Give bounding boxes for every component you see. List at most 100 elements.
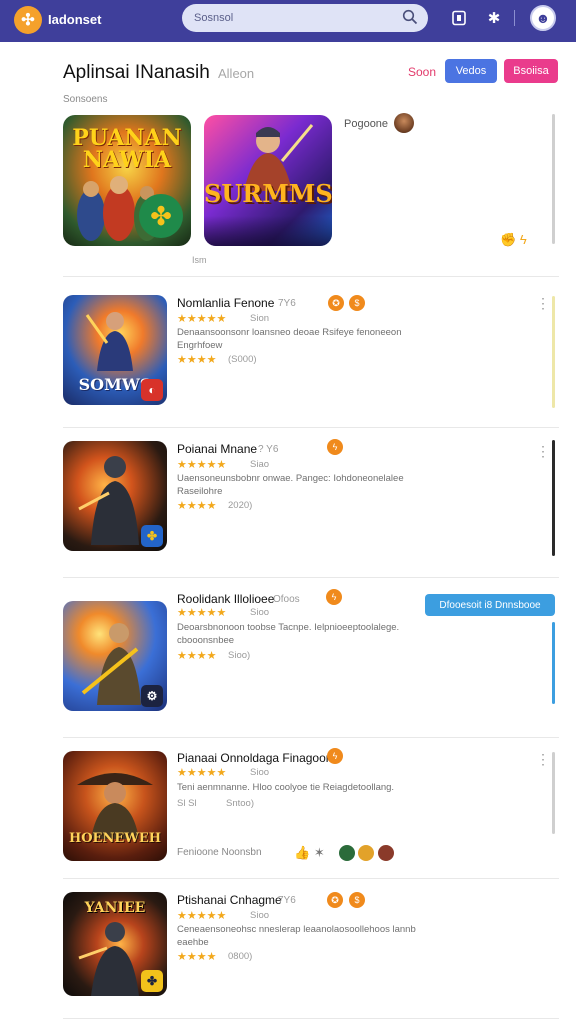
app-5-badge-icon: ✤ bbox=[141, 970, 163, 992]
divider bbox=[63, 276, 559, 277]
app-2-thumbnail[interactable]: ✤ bbox=[63, 441, 167, 551]
divider bbox=[63, 878, 559, 879]
app-3-title-extra: Ofoos bbox=[273, 594, 300, 605]
star-icon[interactable]: ✶ bbox=[314, 845, 325, 860]
app-1-review-count: (S000) bbox=[228, 354, 257, 365]
featured-game-1-badge-icon: ✤ bbox=[139, 194, 183, 238]
app-2-secondary-stars: ★★★★ bbox=[177, 500, 217, 512]
app-5-review-count: 0800) bbox=[228, 951, 253, 962]
avatar[interactable] bbox=[378, 845, 394, 861]
featured-game-1-title: PUANAN NAWIA bbox=[72, 125, 182, 173]
bookmark-icon[interactable] bbox=[449, 8, 469, 28]
app-4-review-count: Sntoo) bbox=[226, 798, 254, 809]
brand-name: Iadonset bbox=[48, 12, 102, 27]
app-3-thumbnail[interactable]: ⚙ bbox=[63, 601, 167, 711]
app-2-title[interactable]: Poianai Mnane bbox=[177, 442, 257, 456]
app-3-title[interactable]: Roolidank Illolioee bbox=[177, 592, 274, 606]
app-5-thumbnail[interactable]: YANIEE ✤ bbox=[63, 892, 167, 996]
app-3-secondary-stars: ★★★★ bbox=[177, 650, 217, 662]
app-1-badge-icon: ◐ bbox=[141, 379, 163, 401]
app-3-rating-stars: ★★★★★ bbox=[177, 607, 227, 619]
page-title: Aplinsai INanasih bbox=[63, 62, 210, 83]
app-2-scrollbar[interactable] bbox=[552, 440, 555, 556]
app-1-thumbnail[interactable]: SOMWS ◐ bbox=[63, 295, 167, 405]
app-4-rating-text: Sioo bbox=[250, 767, 270, 778]
app-2-review-count: 2020) bbox=[228, 500, 253, 511]
thumbs-up-icon[interactable]: 👍 bbox=[294, 845, 310, 860]
header-link[interactable]: Soon bbox=[408, 65, 436, 79]
app-3-cta-button[interactable]: Dfooesoit i8 Dnnsbooe bbox=[425, 594, 555, 616]
app-1-description: Denaansoonsonr loansneo deoae Rsifeye fe… bbox=[177, 327, 402, 351]
app-2-bolt-icon: ϟ bbox=[327, 439, 343, 455]
user-avatar[interactable] bbox=[394, 113, 414, 133]
app-1-secondary-stars: ★★★★ bbox=[177, 354, 217, 366]
app-4-footer-actions: 👍 ✶ bbox=[294, 845, 325, 861]
search-icon[interactable] bbox=[402, 9, 418, 25]
app-2-more-icon[interactable]: ⋮ bbox=[536, 443, 550, 460]
logo-icon[interactable]: ✣ bbox=[14, 6, 42, 34]
app-4-footer-text: Fenioone Noonsbn bbox=[177, 847, 262, 858]
app-1-award-icon: ✪ bbox=[328, 295, 344, 311]
app-3-badge-icon: ⚙ bbox=[141, 685, 163, 707]
featured-game-2[interactable]: SURMMS bbox=[204, 115, 332, 246]
app-1-title[interactable]: Nomlanlia Fenone bbox=[177, 296, 274, 310]
featured-game-2-shade bbox=[204, 216, 332, 246]
avatar[interactable] bbox=[358, 845, 374, 861]
divider bbox=[63, 1018, 559, 1019]
app-3-scrollbar[interactable] bbox=[552, 622, 555, 704]
app-4-thumbnail[interactable]: HOENEWEH bbox=[63, 751, 167, 861]
puzzle-icon[interactable]: ✱ bbox=[484, 8, 504, 28]
featured-tiny-label: Ism bbox=[192, 255, 207, 265]
app-1-art bbox=[85, 312, 133, 371]
app-5-thumb-title: YANIEE bbox=[84, 900, 146, 916]
app-5-title-extra: 7Y6 bbox=[278, 895, 296, 906]
app-4-thumb-title: HOENEWEH bbox=[68, 831, 162, 846]
app-2-title-extra: ? Y6 bbox=[258, 444, 279, 455]
app-5-rating-stars: ★★★★★ bbox=[177, 910, 227, 922]
divider bbox=[63, 737, 559, 738]
app-4-more-icon[interactable]: ⋮ bbox=[536, 751, 550, 768]
app-4-title[interactable]: Pianaai Onnoldaga Finagoon bbox=[177, 751, 332, 765]
app-3-bolt-icon: ϟ bbox=[326, 589, 342, 605]
featured-game-2-title: SURMMS bbox=[204, 179, 332, 208]
top-bar: ✣ Iadonset ✱ ☻ bbox=[0, 0, 576, 42]
app-3-description: Deoarsbnonoon toobse Tacnpe. Ielpnioeept… bbox=[177, 622, 400, 646]
app-1-scrollbar[interactable] bbox=[552, 296, 555, 408]
app-4-secondary-prefix: Sl Sl bbox=[177, 798, 197, 809]
app-2-rating-stars: ★★★★★ bbox=[177, 459, 227, 471]
featured-game-1[interactable]: PUANAN NAWIA ✤ bbox=[63, 115, 191, 246]
app-4-scrollbar[interactable] bbox=[552, 752, 555, 834]
avatar[interactable] bbox=[339, 845, 355, 861]
app-4-description: Teni aenmnanne. Hloo coolyoe tie Reiagde… bbox=[177, 782, 395, 793]
app-1-more-icon[interactable]: ⋮ bbox=[536, 295, 550, 312]
app-5-title[interactable]: Ptishanai Cnhagme bbox=[177, 893, 282, 907]
like-icon[interactable]: ✊ bbox=[500, 232, 516, 247]
featured-scrollbar[interactable] bbox=[552, 114, 555, 244]
app-1-rating-stars: ★★★★★ bbox=[177, 313, 227, 325]
app-1-coin-icon: $ bbox=[349, 295, 365, 311]
profile-icon[interactable]: ☻ bbox=[530, 5, 556, 31]
app-5-award-icon: ✪ bbox=[327, 892, 343, 908]
featured-caption: Pogoone bbox=[344, 118, 389, 130]
app-2-description: Uaensoneunsbobnr onwae. Pangec: Iohdoneo… bbox=[177, 473, 404, 497]
app-2-badge-icon: ✤ bbox=[141, 525, 163, 547]
secondary-button[interactable]: Bsoiisa bbox=[504, 59, 558, 83]
app-3-rating-text: Sioo bbox=[250, 607, 270, 618]
app-2-rating-text: Siao bbox=[250, 459, 270, 470]
divider bbox=[63, 427, 559, 428]
app-5-coin-icon: $ bbox=[349, 892, 365, 908]
app-5-rating-text: Sioo bbox=[250, 910, 270, 921]
page-subtitle: Alleon bbox=[218, 66, 255, 81]
app-3-review-count: Sioo) bbox=[228, 650, 251, 661]
app-4-bolt-icon: ϟ bbox=[327, 748, 343, 764]
featured-actions: ✊ ϟ bbox=[500, 232, 527, 248]
app-4-rating-stars: ★★★★★ bbox=[177, 767, 227, 779]
app-5-secondary-stars: ★★★★ bbox=[177, 951, 217, 963]
app-1-rating-text: Sion bbox=[250, 313, 270, 324]
bolt-icon[interactable]: ϟ bbox=[520, 232, 527, 247]
divider bbox=[63, 577, 559, 578]
search-input[interactable] bbox=[182, 4, 428, 32]
primary-button[interactable]: Vedos bbox=[445, 59, 497, 83]
toolbar-divider bbox=[514, 10, 515, 26]
app-1-title-extra: 7Y6 bbox=[278, 298, 296, 309]
